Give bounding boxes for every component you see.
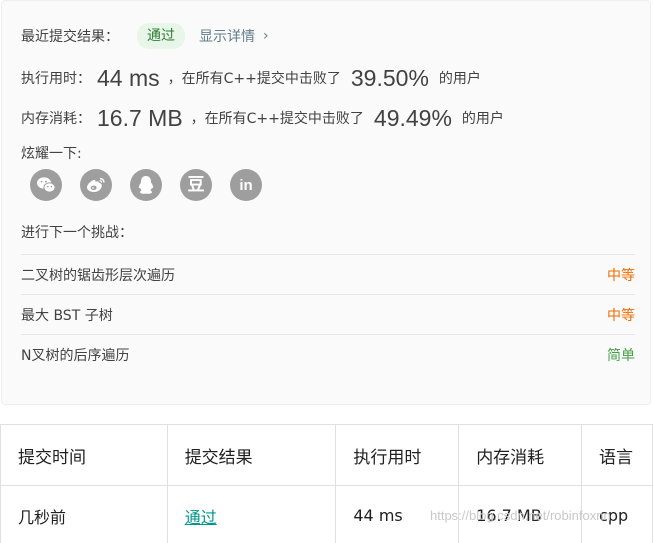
- linkedin-glyph: in: [239, 176, 253, 194]
- problem-name: 二叉树的锯齿形层次遍历: [21, 267, 175, 284]
- difficulty-badge: 中等: [607, 307, 635, 324]
- next-problem-list: 二叉树的锯齿形层次遍历 中等 最大 BST 子树 中等 N叉树的后序遍历 简单: [21, 254, 635, 374]
- problem-name: N叉树的后序遍历: [21, 347, 130, 364]
- cell-result-link[interactable]: 通过: [166, 485, 337, 543]
- memory-tail: 的用户: [461, 111, 504, 127]
- problem-name: 最大 BST 子树: [21, 307, 113, 324]
- qq-icon[interactable]: [130, 169, 162, 201]
- douban-icon[interactable]: 豆: [180, 169, 212, 201]
- submissions-table: 提交时间 提交结果 执行用时 内存消耗 语言 几秒前 通过 44 ms 16.7…: [0, 424, 653, 543]
- watermark: https://blog.csdn.net/robinfoxnn: [430, 508, 611, 523]
- difficulty-badge: 简单: [607, 347, 635, 364]
- result-row: 最近提交结果： 通过 显示详情 ›: [21, 22, 269, 50]
- share-label: 炫耀一下:: [21, 146, 82, 162]
- douban-glyph: 豆: [187, 174, 205, 195]
- share-buttons: 豆 in: [30, 169, 280, 201]
- runtime-tail: 的用户: [438, 71, 481, 87]
- memory-beat-text: ，在所有C++提交中击败了: [190, 111, 364, 127]
- runtime-stat: 执行用时： 44 ms ，在所有C++提交中击败了 39.50% 的用户: [21, 62, 481, 94]
- runtime-label: 执行用时：: [21, 71, 91, 87]
- header-runtime: 执行用时: [335, 424, 460, 486]
- linkedin-icon[interactable]: in: [230, 169, 262, 201]
- show-details-label: 显示详情: [199, 29, 255, 45]
- difficulty-badge: 中等: [607, 267, 635, 284]
- header-submit-time: 提交时间: [0, 424, 168, 486]
- memory-stat: 内存消耗： 16.7 MB ，在所有C++提交中击败了 49.49% 的用户: [21, 102, 504, 134]
- runtime-percent: 39.50%: [350, 64, 429, 91]
- header-submit-result: 提交结果: [166, 424, 337, 486]
- header-language: 语言: [581, 424, 653, 486]
- status-badge: 通过: [137, 23, 185, 49]
- show-details-link[interactable]: 显示详情 ›: [199, 26, 269, 46]
- runtime-beat-text: ，在所有C++提交中击败了: [167, 71, 341, 87]
- list-item[interactable]: 二叉树的锯齿形层次遍历 中等: [21, 254, 635, 294]
- list-item[interactable]: N叉树的后序遍历 简单: [21, 334, 635, 374]
- cell-time: 几秒前: [0, 485, 168, 543]
- wechat-icon[interactable]: [30, 169, 62, 201]
- memory-label: 内存消耗：: [21, 111, 91, 127]
- submission-result-card: 最近提交结果： 通过 显示详情 › 执行用时： 44 ms ，在所有C++提交中…: [1, 0, 651, 405]
- list-item[interactable]: 最大 BST 子树 中等: [21, 294, 635, 334]
- next-challenge-label: 进行下一个挑战：: [21, 225, 133, 241]
- header-memory: 内存消耗: [458, 424, 583, 486]
- table-header-row: 提交时间 提交结果 执行用时 内存消耗 语言: [0, 424, 653, 486]
- memory-value: 16.7 MB: [97, 104, 183, 131]
- weibo-icon[interactable]: [80, 169, 112, 201]
- runtime-value: 44 ms: [97, 64, 160, 91]
- chevron-right-icon: ›: [263, 28, 269, 44]
- memory-percent: 49.49%: [373, 104, 452, 131]
- result-label: 最近提交结果：: [21, 29, 119, 45]
